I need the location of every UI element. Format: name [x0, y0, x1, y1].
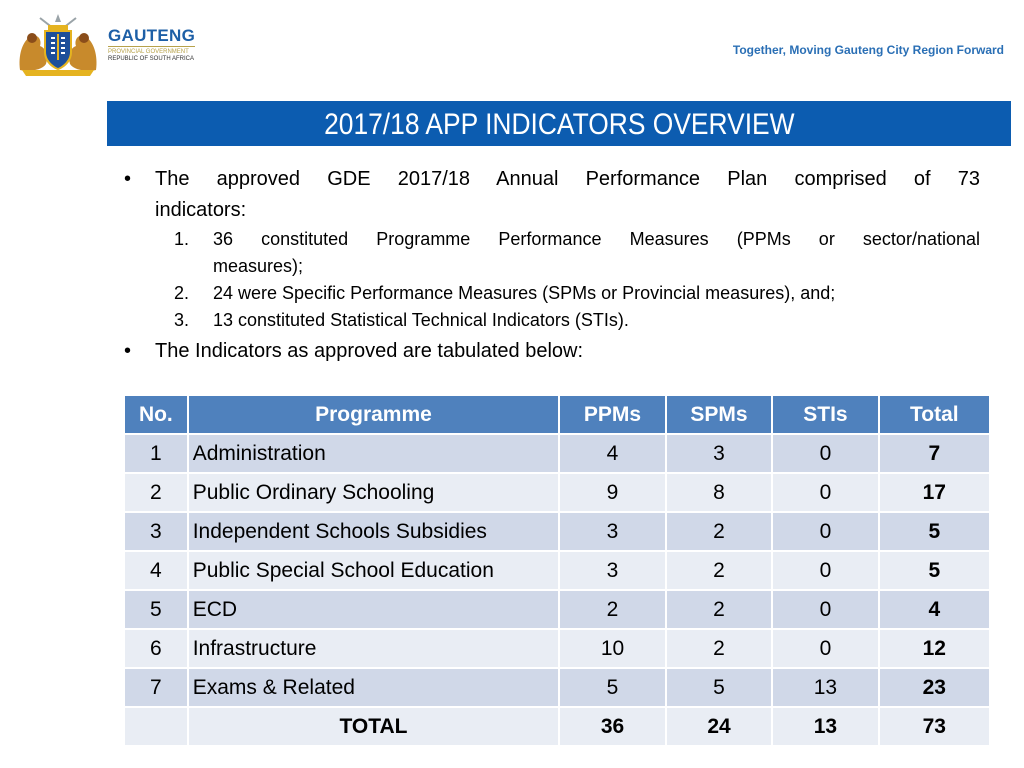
sub-list-item: 2. 24 were Specific Performance Measures… [124, 280, 980, 307]
indicators-table: No. Programme PPMs SPMs STIs Total 1 Adm… [123, 394, 992, 747]
sub-list-number: 3. [174, 310, 190, 330]
sub-list-text: 36 constituted Programme Performance Mea… [213, 229, 980, 249]
column-header-stis: STIs [771, 394, 880, 435]
cell-total: 7 [877, 433, 992, 474]
cell-stis: 0 [771, 433, 880, 474]
cell-stis: 0 [771, 511, 880, 552]
column-header-total: Total [877, 394, 992, 435]
cell-ppms: 4 [558, 433, 667, 474]
table-total-row: TOTAL 36 24 13 73 [123, 706, 992, 747]
total-label: TOTAL [186, 706, 561, 747]
cell-programme: ECD [186, 589, 561, 630]
cell-spms: 2 [664, 628, 774, 669]
total-spms: 24 [664, 706, 774, 747]
coat-of-arms-icon [19, 14, 97, 76]
bullet-text: The approved GDE 2017/18 Annual Performa… [155, 168, 980, 190]
cell-ppms: 3 [558, 511, 667, 552]
table-row: 2 Public Ordinary Schooling 9 8 0 17 [123, 472, 992, 513]
cell-no: 4 [123, 550, 189, 591]
cell-spms: 3 [664, 433, 774, 474]
sub-list-item: 3. 13 constituted Statistical Technical … [124, 307, 980, 334]
cell-no: 6 [123, 628, 189, 669]
cell-no: 7 [123, 667, 189, 708]
table-row: 4 Public Special School Education 3 2 0 5 [123, 550, 992, 591]
cell-no: 1 [123, 433, 189, 474]
cell-spms: 2 [664, 550, 774, 591]
column-header-spms: SPMs [664, 394, 774, 435]
slide-title: 2017/18 APP INDICATORS OVERVIEW [323, 108, 795, 141]
cell-total: 17 [877, 472, 992, 513]
cell-programme: Independent Schools Subsidies [186, 511, 561, 552]
total-total: 73 [877, 706, 992, 747]
column-header-programme: Programme [186, 394, 561, 435]
cell-spms: 5 [664, 667, 774, 708]
bullet-item: The approved GDE 2017/18 Annual Performa… [124, 164, 980, 226]
column-header-no: No. [123, 394, 189, 435]
column-header-ppms: PPMs [558, 394, 667, 435]
sub-list-item: 1. 36 constituted Programme Performance … [124, 226, 980, 280]
sub-list-number: 2. [174, 283, 190, 303]
cell-programme: Exams & Related [186, 667, 561, 708]
bullet-text-cont: indicators: [155, 199, 247, 221]
cell-spms: 8 [664, 472, 774, 513]
total-stis: 13 [771, 706, 880, 747]
cell-stis: 0 [771, 472, 880, 513]
table-row: 6 Infrastructure 10 2 0 12 [123, 628, 992, 669]
cell-total: 5 [877, 550, 992, 591]
cell-stis: 13 [771, 667, 880, 708]
slide-content: The approved GDE 2017/18 Annual Performa… [124, 164, 980, 367]
cell-ppms: 5 [558, 667, 667, 708]
cell-stis: 0 [771, 589, 880, 630]
cell-ppms: 9 [558, 472, 667, 513]
total-ppms: 36 [558, 706, 667, 747]
org-subtitle: PROVINCIAL GOVERNMENT [108, 46, 196, 56]
bullet-text: The Indicators as approved are tabulated… [155, 340, 584, 362]
cell-no: 5 [123, 589, 189, 630]
cell-ppms: 3 [558, 550, 667, 591]
org-name: GAUTENG [108, 26, 196, 45]
sub-list-text: 24 were Specific Performance Measures (S… [213, 283, 836, 303]
sub-list-text-cont: measures); [213, 256, 304, 276]
table-row: 5 ECD 2 2 0 4 [123, 589, 992, 630]
table-row: 7 Exams & Related 5 5 13 23 [123, 667, 992, 708]
cell-total: 4 [877, 589, 992, 630]
table-row: 1 Administration 4 3 0 7 [123, 433, 992, 474]
cell-programme: Public Ordinary Schooling [186, 472, 561, 513]
cell-ppms: 2 [558, 589, 667, 630]
gauteng-logo: GAUTENG PROVINCIAL GOVERNMENT REPUBLIC O… [10, 12, 196, 78]
cell-no [123, 706, 189, 747]
cell-stis: 0 [771, 628, 880, 669]
cell-ppms: 10 [558, 628, 667, 669]
cell-programme: Public Special School Education [186, 550, 561, 591]
cell-programme: Administration [186, 433, 561, 474]
cell-programme: Infrastructure [186, 628, 561, 669]
logo-text: GAUTENG PROVINCIAL GOVERNMENT REPUBLIC O… [108, 26, 196, 63]
cell-spms: 2 [664, 589, 774, 630]
bullet-item: The Indicators as approved are tabulated… [124, 336, 980, 367]
sub-list: 1. 36 constituted Programme Performance … [124, 226, 980, 334]
table-row: 3 Independent Schools Subsidies 3 2 0 5 [123, 511, 992, 552]
cell-no: 2 [123, 472, 189, 513]
sub-list-text: 13 constituted Statistical Technical Ind… [213, 310, 629, 330]
table-header-row: No. Programme PPMs SPMs STIs Total [123, 394, 992, 435]
slogan: Together, Moving Gauteng City Region For… [732, 43, 1004, 57]
org-country: REPUBLIC OF SOUTH AFRICA [108, 56, 195, 62]
cell-spms: 2 [664, 511, 774, 552]
cell-total: 23 [877, 667, 992, 708]
sub-list-number: 1. [174, 229, 190, 249]
cell-no: 3 [123, 511, 189, 552]
cell-stis: 0 [771, 550, 880, 591]
cell-total: 12 [877, 628, 992, 669]
slide-title-bar: 2017/18 APP INDICATORS OVERVIEW [107, 101, 1011, 146]
cell-total: 5 [877, 511, 992, 552]
